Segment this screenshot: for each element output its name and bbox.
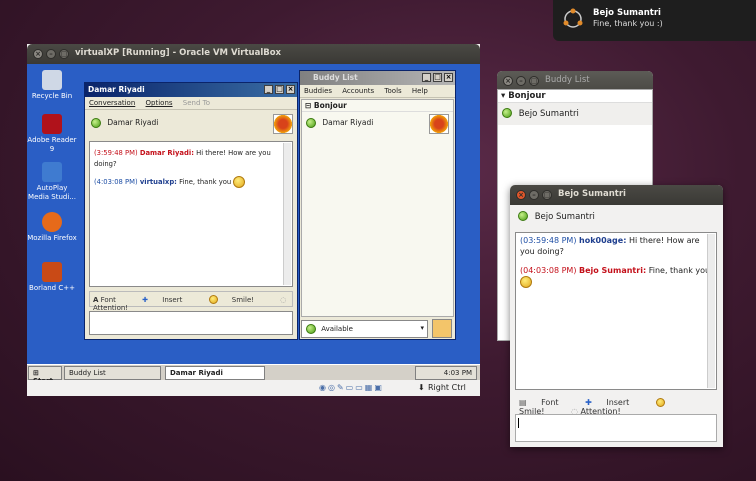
borland-icon (42, 262, 62, 282)
maximize-icon[interactable]: □ (59, 49, 69, 59)
avatar (273, 114, 293, 134)
maximize-icon[interactable]: □ (529, 76, 539, 86)
ubuntu-chat-titlebar[interactable]: × – □ Bejo Sumantri (510, 185, 723, 205)
ubuntu-chat-log: (03:59:48 PM) hok00age: Hi there! How ar… (515, 232, 717, 390)
xp-buddy-tree: ⊟ Bonjour Damar Riyadi (301, 99, 454, 317)
avatar (429, 114, 449, 134)
window-title: virtualXP [Running] - Oracle VM VirtualB… (75, 48, 282, 58)
start-button[interactable]: ⊞ Start (28, 366, 62, 385)
menu-send-to[interactable]: Send To (183, 99, 210, 107)
virtualbox-statusbar: ◉◎✎▭▭▦▣ ⬇ Right Ctrl (27, 380, 480, 396)
ubuntu-chat-header: Bejo Sumantri (510, 205, 723, 229)
minimize-icon[interactable]: – (46, 49, 56, 59)
status-available-icon (518, 211, 528, 221)
close-icon[interactable]: × (503, 76, 513, 86)
maximize-icon[interactable]: □ (433, 73, 442, 82)
menu-conversation[interactable]: Conversation (89, 99, 135, 107)
desktop-icon-borland[interactable]: Borland C++ (27, 262, 77, 293)
firefox-icon (42, 212, 62, 232)
minimize-icon[interactable]: _ (264, 85, 273, 94)
smiley-icon (208, 295, 218, 304)
taskbar-item-damar[interactable]: Damar Riyadi (165, 366, 265, 380)
notification-title: Bejo Sumantri (593, 8, 661, 18)
minimize-icon[interactable]: _ (422, 73, 431, 82)
scrollbar[interactable] (707, 234, 715, 388)
xp-desktop: Recycle Bin Adobe Reader 9 AutoPlay Medi… (27, 64, 480, 364)
menu-buddies[interactable]: Buddies (304, 87, 332, 95)
desktop-icon-autoplay[interactable]: AutoPlay Media Studi... (27, 162, 77, 202)
insert-icon: ✚ (585, 398, 592, 407)
desktop-icon-recycle-bin[interactable]: Recycle Bin (27, 70, 77, 101)
xp-chat-log: (3:59:48 PM) Damar Riyadi: Hi there! How… (89, 141, 293, 287)
xp-buddy-titlebar[interactable]: Buddy List _ □ × (300, 71, 455, 85)
close-icon[interactable]: × (444, 73, 453, 82)
ubuntu-buddy-titlebar[interactable]: × – □ Buddy List (497, 71, 653, 91)
host-key-label: Right Ctrl (428, 383, 466, 392)
desktop-icon-adobe-reader[interactable]: Adobe Reader 9 (27, 114, 77, 154)
device-icons: ◉◎✎▭▭▦▣ (319, 383, 384, 392)
recycle-bin-icon (42, 70, 62, 90)
status-available-icon (306, 118, 316, 128)
ubuntu-chat-window: × – □ Bejo Sumantri Bejo Sumantri (03:59… (510, 185, 723, 447)
font-button[interactable]: A Font (93, 296, 128, 304)
buddy-item[interactable]: Damar Riyadi (302, 112, 453, 138)
maximize-icon[interactable]: □ (275, 85, 284, 94)
taskbar-item-buddy-list[interactable]: Buddy List (64, 366, 161, 380)
smiley-icon (655, 398, 665, 407)
menu-help[interactable]: Help (412, 87, 428, 95)
xp-chat-menubar: Conversation Options Send To (85, 97, 297, 110)
smiley-icon (233, 176, 246, 188)
scrollbar[interactable] (283, 143, 291, 285)
pidgin-share-icon (563, 8, 583, 28)
minimize-icon[interactable]: – (516, 76, 526, 86)
font-button[interactable]: ▤ Font (519, 398, 571, 407)
xp-buddy-list-window: Buddy List _ □ × Buddies Accounts Tools … (299, 70, 456, 340)
message-input[interactable] (89, 311, 293, 335)
group-bonjour[interactable]: ⊟ Bonjour (302, 100, 453, 112)
desktop-icon-firefox[interactable]: Mozilla Firefox (27, 212, 77, 243)
status-selector[interactable]: Available ▾ (301, 320, 428, 338)
smile-button[interactable]: Smile! (208, 295, 267, 304)
minimize-icon[interactable]: – (529, 190, 539, 200)
insert-button[interactable]: ✚ Insert (142, 296, 194, 304)
smiley-icon (520, 276, 532, 288)
message-input[interactable] (515, 414, 717, 442)
text-cursor (518, 418, 519, 428)
autoplay-icon (42, 162, 62, 182)
xp-buddy-menubar: Buddies Accounts Tools Help (300, 85, 455, 98)
notification-bubble: Bejo Sumantri Fine, thank you :) (553, 0, 756, 41)
menu-tools[interactable]: Tools (384, 87, 401, 95)
ubuntu-chat-toolbar: ▤ Font ✚ Insert Smile! ◌ Attention! (515, 396, 717, 416)
status-available-icon (91, 118, 101, 128)
dropdown-arrow-icon: ▾ (420, 324, 424, 332)
menu-accounts[interactable]: Accounts (342, 87, 374, 95)
xp-taskbar: ⊞ Start Buddy List Damar Riyadi 4:03 PM (27, 364, 480, 385)
notification-message: Fine, thank you :) (593, 19, 663, 28)
xp-chat-toolbar: A Font ✚ Insert Smile! ◌ Attention! (89, 291, 293, 312)
close-icon[interactable]: × (33, 49, 43, 59)
buddy-icon-button[interactable] (432, 319, 452, 338)
adobe-reader-icon (42, 114, 62, 134)
buddy-item[interactable]: Bejo Sumantri (498, 103, 652, 125)
group-bonjour[interactable]: ▾ Bonjour (498, 90, 652, 103)
maximize-icon[interactable]: □ (542, 190, 552, 200)
insert-button[interactable]: ✚ Insert (585, 398, 641, 407)
close-icon[interactable]: × (286, 85, 295, 94)
xp-chat-header: Damar Riyadi (85, 110, 297, 140)
font-icon: ▤ (519, 398, 527, 407)
close-icon[interactable]: × (516, 190, 526, 200)
status-available-icon (306, 324, 316, 334)
virtualbox-window: × – □ virtualXP [Running] - Oracle VM Vi… (27, 44, 480, 396)
hostkey-arrow-icon: ⬇ (418, 383, 425, 392)
system-tray: 4:03 PM (415, 366, 477, 380)
virtualbox-titlebar[interactable]: × – □ virtualXP [Running] - Oracle VM Vi… (27, 44, 480, 64)
xp-chat-titlebar[interactable]: Damar Riyadi _ □ × (85, 83, 297, 97)
menu-options[interactable]: Options (146, 99, 173, 107)
xp-chat-window: Damar Riyadi _ □ × Conversation Options … (84, 82, 298, 340)
status-available-icon (502, 108, 512, 118)
